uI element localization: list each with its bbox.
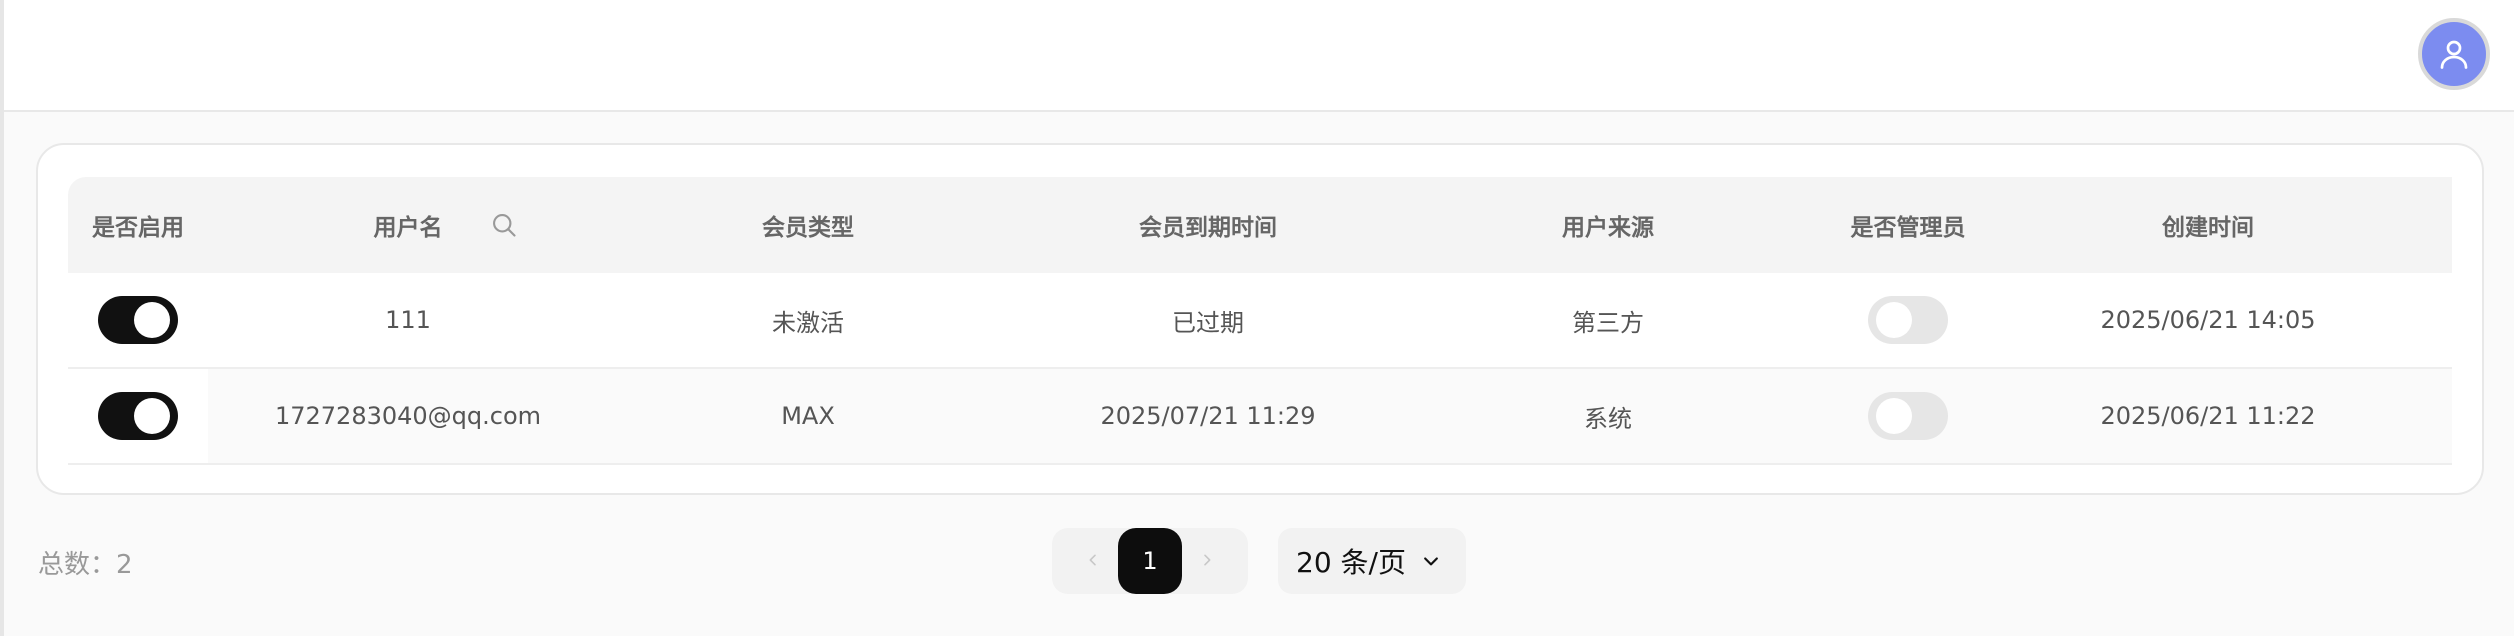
chevron-left-icon <box>1089 554 1096 566</box>
chevron-down-icon <box>1420 550 1442 572</box>
chevron-right-icon <box>1204 554 1211 566</box>
user-table-card: 是否启用 用户名 会员类型 会员到期时间 用户来源 是否管理员 创建时间 111… <box>36 143 2484 495</box>
header-member-expire: 会员到期时间 <box>1139 215 1277 241</box>
source-cell: 系统 <box>1584 404 1632 433</box>
header-source: 用户来源 <box>1562 215 1654 241</box>
created-cell: 2025/06/21 14:05 <box>2100 306 2316 334</box>
header-created: 创建时间 <box>2162 215 2254 241</box>
enabled-toggle[interactable] <box>98 296 178 344</box>
header-is-admin: 是否管理员 <box>1850 215 1966 241</box>
enabled-cell <box>68 273 208 367</box>
user-icon <box>2440 40 2468 69</box>
user-avatar[interactable] <box>2418 18 2490 90</box>
next-page-button[interactable] <box>1192 545 1222 575</box>
total-label: 总数： <box>38 550 117 580</box>
top-header <box>4 0 2514 112</box>
total-count: 总数：2 <box>38 544 133 581</box>
table-row: 111 未激活 已过期 第三方 2025/06/21 14:05 <box>68 273 2452 369</box>
header-member-type: 会员类型 <box>762 215 854 241</box>
created-cell: 2025/06/21 11:22 <box>2100 402 2316 430</box>
page: 是否启用 用户名 会员类型 会员到期时间 用户来源 是否管理员 创建时间 111… <box>0 0 2514 636</box>
toggle-knob <box>134 398 170 434</box>
username-cell: 1727283040@qq.com <box>274 402 542 430</box>
admin-toggle[interactable] <box>1868 392 1948 440</box>
pagination: 1 <box>1052 528 1248 594</box>
table-row: 1727283040@qq.com MAX 2025/07/21 11:29 系… <box>68 369 2452 465</box>
page-size-select[interactable]: 20 条/页 <box>1278 528 1466 594</box>
page-button-active[interactable]: 1 <box>1118 528 1182 594</box>
admin-toggle[interactable] <box>1868 296 1948 344</box>
toggle-knob <box>134 302 170 338</box>
member-type-cell: MAX <box>781 402 835 430</box>
toggle-knob <box>1876 302 1912 338</box>
source-cell: 第三方 <box>1572 308 1644 337</box>
toggle-knob <box>1876 398 1912 434</box>
enabled-toggle[interactable] <box>98 392 178 440</box>
total-value: 2 <box>116 550 133 580</box>
user-table: 是否启用 用户名 会员类型 会员到期时间 用户来源 是否管理员 创建时间 111… <box>68 177 2452 465</box>
header-username-label: 用户名 <box>373 215 443 241</box>
table-header: 是否启用 用户名 会员类型 会员到期时间 用户来源 是否管理员 创建时间 <box>68 177 2452 273</box>
is-admin-cell <box>1808 369 2008 463</box>
page-size-value: 20 条/页 <box>1296 546 1406 579</box>
header-username: 用户名 <box>208 177 608 273</box>
member-expire-cell: 已过期 <box>1172 308 1244 337</box>
prev-page-button[interactable] <box>1078 545 1108 575</box>
enabled-cell <box>68 369 208 463</box>
member-type-cell: 未激活 <box>772 308 844 337</box>
header-enabled: 是否启用 <box>92 215 184 241</box>
username-cell: 111 <box>385 306 431 334</box>
member-expire-cell: 2025/07/21 11:29 <box>1100 402 1316 430</box>
search-icon[interactable] <box>490 211 518 239</box>
is-admin-cell <box>1808 273 2008 367</box>
